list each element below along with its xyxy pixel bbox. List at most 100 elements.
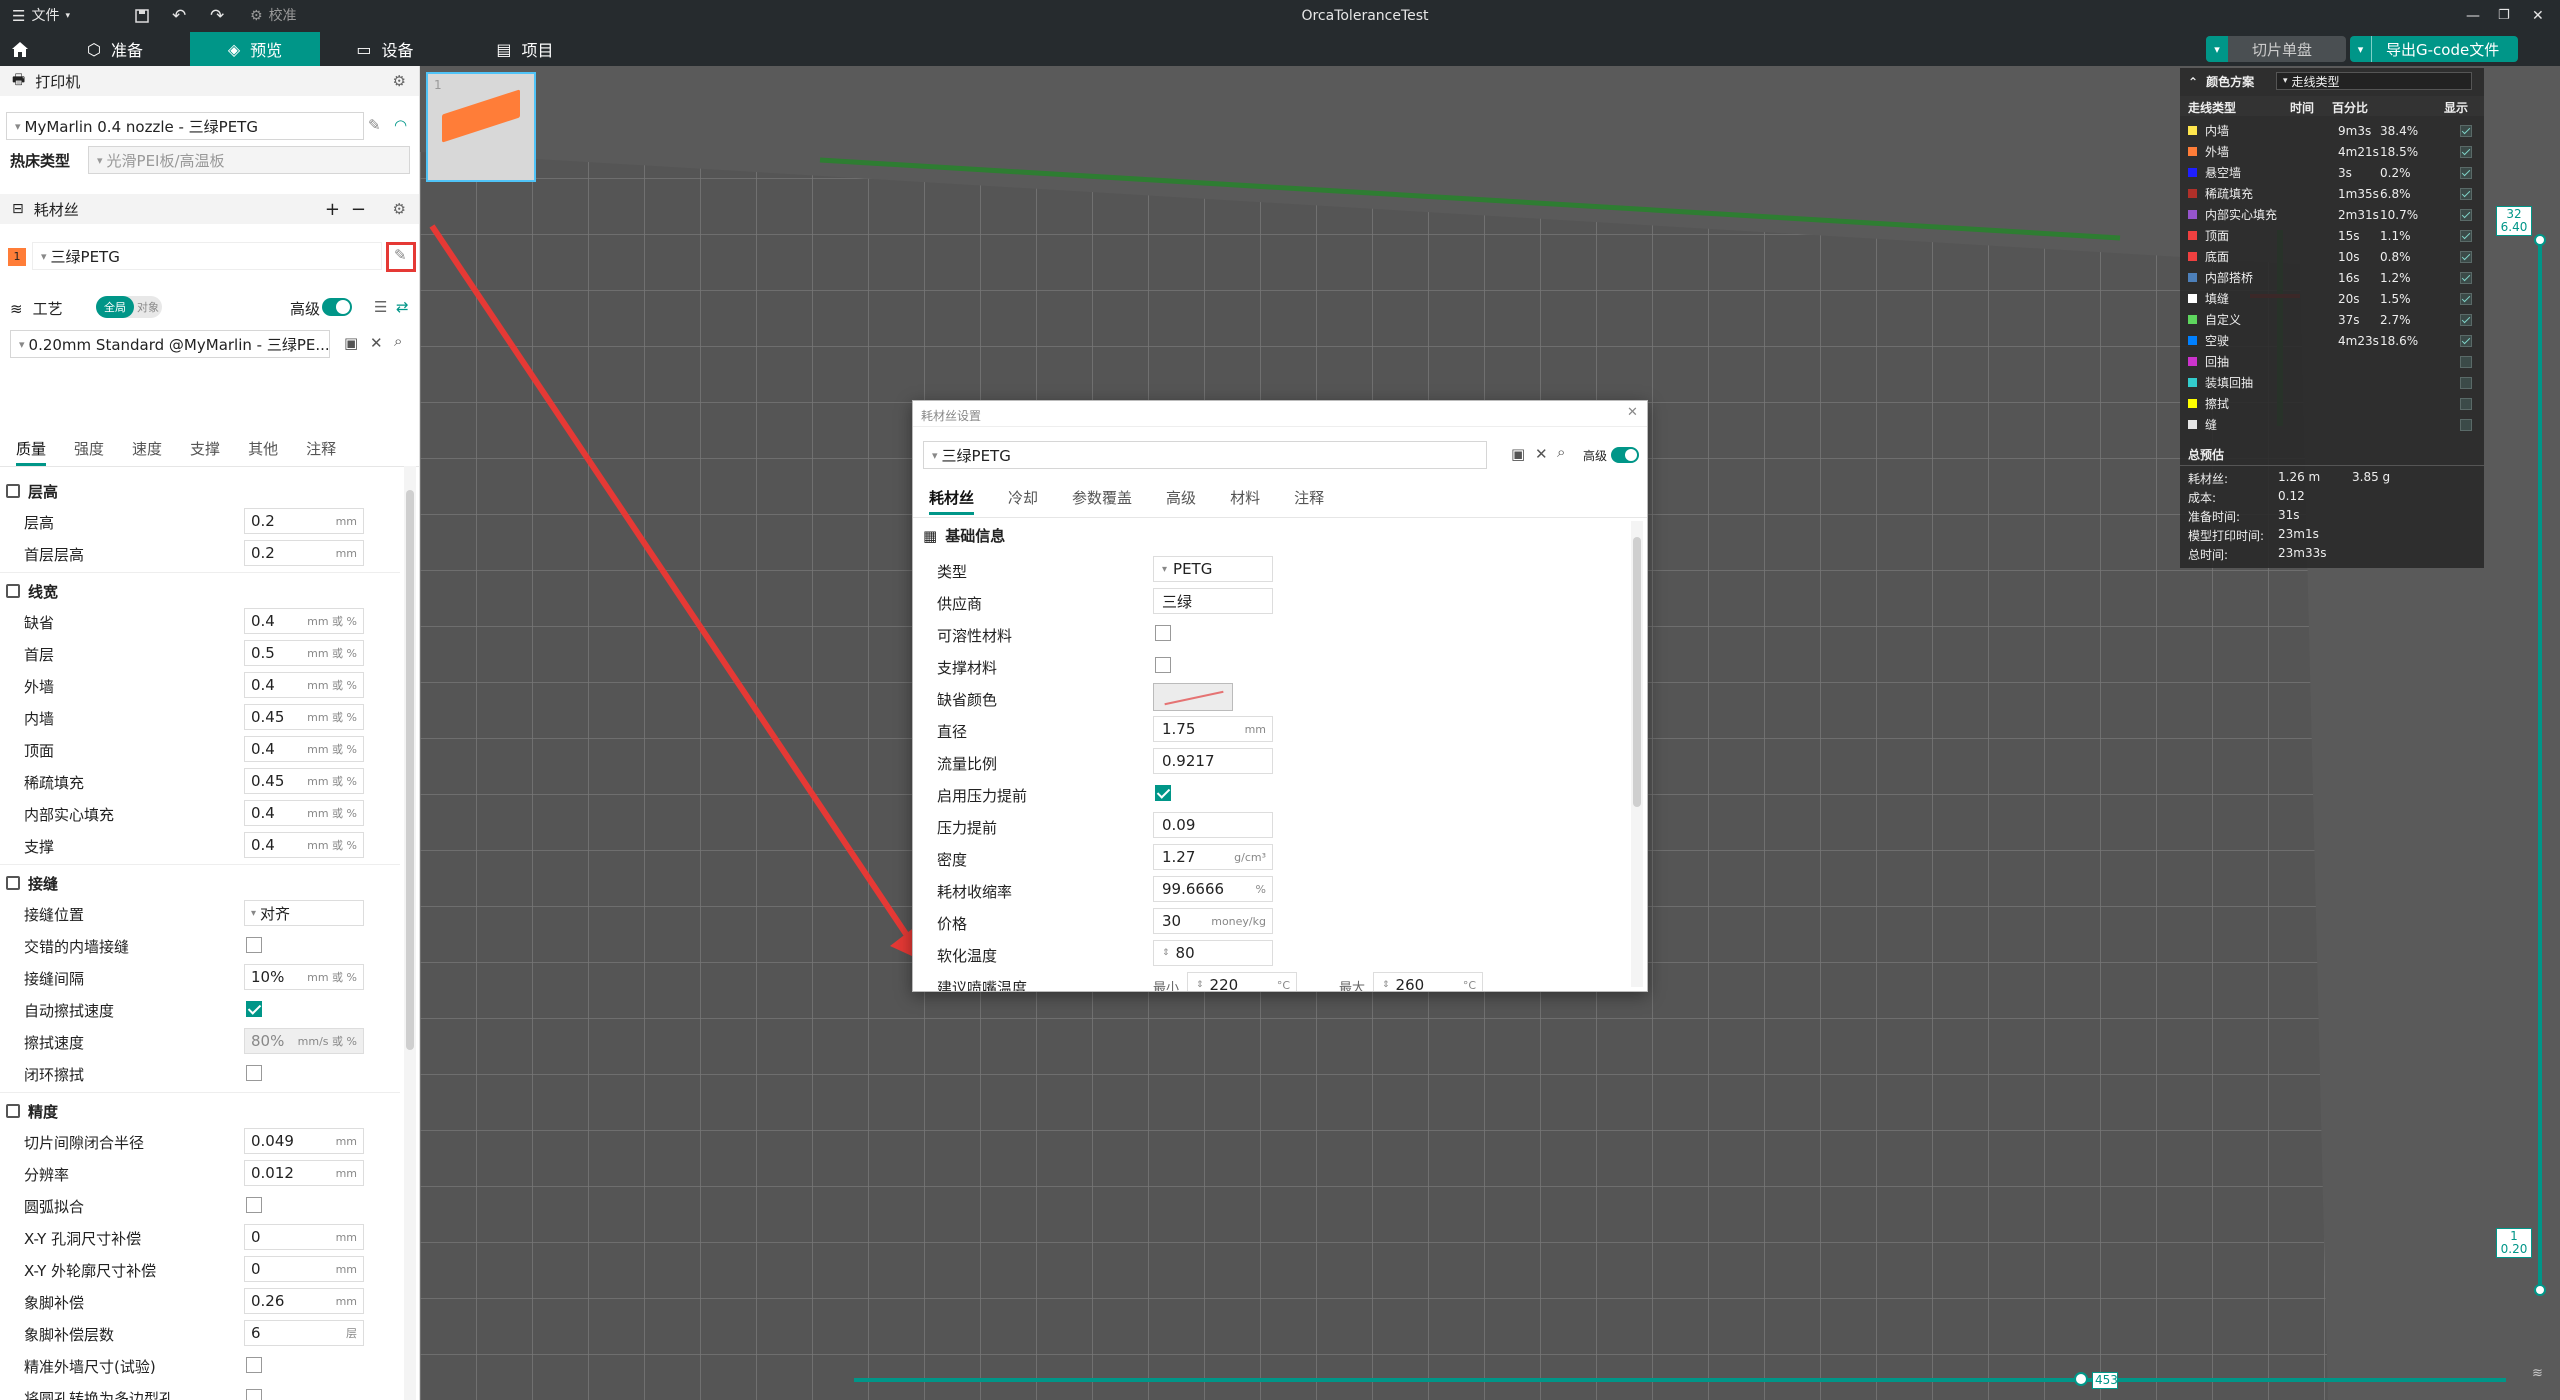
save-icon[interactable] <box>134 0 150 32</box>
layer-slider-top-handle[interactable] <box>2534 234 2546 246</box>
param-input[interactable]: 6层 <box>244 1320 364 1346</box>
dialog-scrollbar-thumb[interactable] <box>1633 537 1641 807</box>
legend-visibility-checkbox[interactable] <box>2460 166 2472 179</box>
param-input[interactable]: 0.4 mm 或 % <box>244 736 364 762</box>
legend-visibility-checkbox[interactable] <box>2460 271 2472 284</box>
tab-preview[interactable]: ◈ 预览 <box>190 32 320 66</box>
param-input[interactable]: 0.4 mm 或 % <box>244 608 364 634</box>
dialog-param-checkbox[interactable] <box>1155 625 1171 641</box>
param-checkbox[interactable] <box>246 1357 262 1373</box>
param-input[interactable]: 0 mm <box>244 1256 364 1282</box>
legend-percent: 18.5% <box>2380 144 2419 159</box>
dialog-scrollbar[interactable] <box>1631 521 1643 987</box>
close-icon[interactable]: ✕ <box>1535 445 1548 463</box>
param-checkbox[interactable] <box>246 937 262 953</box>
legend-visibility-checkbox[interactable] <box>2460 145 2472 158</box>
param-checkbox[interactable] <box>246 1001 262 1017</box>
dialog-param-checkbox[interactable] <box>1155 657 1171 673</box>
move-slider-track[interactable] <box>854 1378 2506 1382</box>
legend-visibility-checkbox[interactable] <box>2460 229 2472 242</box>
dialog-param-row: 建议喷嘴温度 最小 ⇕ 220 °C 最大 ⇕ 260 °C <box>927 969 1547 991</box>
legend-visibility-checkbox[interactable] <box>2460 187 2472 200</box>
tab-filament[interactable]: 耗材丝 <box>929 487 975 515</box>
legend-visibility-checkbox[interactable] <box>2460 355 2472 368</box>
dialog-param-input[interactable]: 0.09 <box>1153 812 1273 838</box>
param-checkbox[interactable] <box>246 1389 262 1400</box>
param-input[interactable]: 0 mm <box>244 1224 364 1250</box>
max-temp-input[interactable]: ⇕ 260 °C <box>1373 972 1483 991</box>
tab-notes[interactable]: 注释 <box>1294 487 1324 515</box>
undo-icon[interactable]: ↶ <box>172 0 186 32</box>
layer-slider-track[interactable] <box>2538 238 2542 1290</box>
legend-visibility-checkbox[interactable] <box>2460 334 2472 347</box>
scrollbar-thumb[interactable] <box>406 490 414 1050</box>
param-value: 对齐 <box>260 904 291 923</box>
tab-overrides[interactable]: 参数覆盖 <box>1072 487 1132 515</box>
dialog-param-input[interactable]: 三绿 <box>1153 588 1273 614</box>
tab-project[interactable]: ▤ 项目 <box>470 32 580 66</box>
layer-slider-bottom-handle[interactable] <box>2534 1284 2546 1296</box>
legend-visibility-checkbox[interactable] <box>2460 397 2472 410</box>
param-checkbox[interactable] <box>246 1065 262 1081</box>
legend-swatch <box>2188 294 2197 303</box>
legend-visibility-checkbox[interactable] <box>2460 292 2472 305</box>
param-input[interactable]: 0.4 mm 或 % <box>244 800 364 826</box>
dialog-param-input[interactable]: 1.27 g/cm³ <box>1153 844 1273 870</box>
save-icon[interactable]: ▣ <box>1511 445 1525 463</box>
color-swatch-button[interactable] <box>1153 683 1233 711</box>
dialog-param-input[interactable]: ⇕ 80 <box>1153 940 1273 966</box>
legend-visibility-checkbox[interactable] <box>2460 313 2472 326</box>
chevron-up-icon[interactable]: ⌃ <box>2188 75 2198 89</box>
dialog-param-input[interactable]: 99.6666% <box>1153 876 1273 902</box>
minimize-icon[interactable]: — <box>2466 0 2480 32</box>
param-input[interactable]: 0.4 mm 或 % <box>244 672 364 698</box>
legend-visibility-checkbox[interactable] <box>2460 250 2472 263</box>
dialog-param-input[interactable]: 1.75 mm <box>1153 716 1273 742</box>
legend-visibility-checkbox[interactable] <box>2460 376 2472 389</box>
slice-plate-button[interactable]: ▾ 切片单盘 <box>2206 36 2346 62</box>
dialog-advanced-toggle[interactable] <box>1611 447 1639 463</box>
param-input[interactable]: 10% mm 或 % <box>244 964 364 990</box>
param-input[interactable]: 0.2 mm <box>244 540 364 566</box>
redo-icon[interactable]: ↷ <box>210 0 224 32</box>
param-input[interactable]: 0.049 mm <box>244 1128 364 1154</box>
close-icon[interactable]: ✕ <box>2532 0 2544 32</box>
param-input[interactable]: 0.5 mm 或 % <box>244 640 364 666</box>
param-input[interactable]: 80% mm/s 或 % <box>244 1028 364 1054</box>
dialog-preset-select[interactable]: ▾ 三绿PETG <box>923 441 1487 469</box>
legend-visibility-checkbox[interactable] <box>2460 418 2472 431</box>
scrollbar[interactable] <box>404 466 416 1400</box>
tab-device[interactable]: ▭ 设备 <box>330 32 440 66</box>
param-row: X-Y 孔洞尺寸补偿 0 mm <box>24 1222 364 1252</box>
tab-material[interactable]: 材料 <box>1230 487 1260 515</box>
dialog-param-checkbox[interactable] <box>1155 785 1171 801</box>
param-input[interactable]: 0.26 mm <box>244 1288 364 1314</box>
param-input[interactable]: 0.45 mm 或 % <box>244 704 364 730</box>
divider <box>0 864 400 865</box>
search-icon[interactable]: ⌕ <box>1557 443 1565 461</box>
move-slider-handle[interactable] <box>2074 1372 2088 1386</box>
color-scheme-select[interactable]: ▾ 走线类型 <box>2276 72 2472 90</box>
param-input[interactable]: ▾ 对齐 <box>244 900 364 926</box>
calibrate-menu[interactable]: ⚙ 校准 <box>250 0 297 32</box>
restore-icon[interactable]: ❐ <box>2498 0 2510 32</box>
param-input[interactable]: 0.2 mm <box>244 508 364 534</box>
tab-prepare[interactable]: ⬡ 准备 <box>60 32 170 66</box>
home-icon[interactable] <box>0 32 40 66</box>
file-menu[interactable]: ☰ 文件 ▾ <box>12 0 70 32</box>
dialog-param-input[interactable]: 30 money/kg <box>1153 908 1273 934</box>
tab-cooling[interactable]: 冷却 <box>1008 487 1038 515</box>
dialog-param-input[interactable]: 0.9217 <box>1153 748 1273 774</box>
param-input[interactable]: 0.45 mm 或 % <box>244 768 364 794</box>
dialog-param-input[interactable]: ▾ PETG <box>1153 556 1273 582</box>
legend-visibility-checkbox[interactable] <box>2460 124 2472 137</box>
layers-icon[interactable]: ≋ <box>2532 1366 2543 1381</box>
export-gcode-button[interactable]: ▾ 导出G-code文件 <box>2350 36 2518 62</box>
tab-advanced[interactable]: 高级 <box>1166 487 1196 515</box>
param-checkbox[interactable] <box>246 1197 262 1213</box>
param-input[interactable]: 0.012 mm <box>244 1160 364 1186</box>
legend-visibility-checkbox[interactable] <box>2460 208 2472 221</box>
close-icon[interactable]: ✕ <box>1627 405 1638 420</box>
param-input[interactable]: 0.4 mm 或 % <box>244 832 364 858</box>
min-temp-input[interactable]: ⇕ 220 °C <box>1187 972 1297 991</box>
